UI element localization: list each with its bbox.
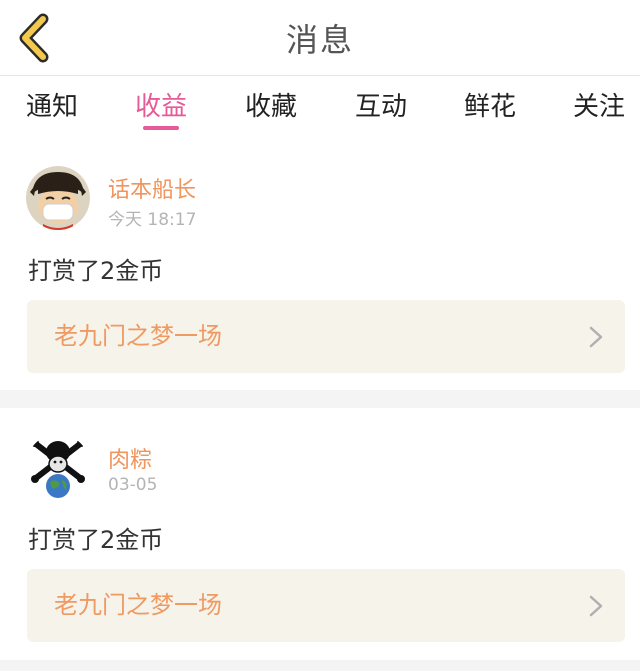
timestamp: 今天 18:17 xyxy=(108,210,197,230)
tab-favorites[interactable]: 收藏 xyxy=(226,86,316,123)
username[interactable]: 话本船长 xyxy=(108,172,196,204)
message-card: 话本船长 今天 18:17 打赏了2金币 老九门之梦一场 xyxy=(0,148,640,390)
chevron-right-icon xyxy=(589,595,603,617)
timestamp: 03-05 xyxy=(108,475,158,495)
book-title: 老九门之梦一场 xyxy=(54,322,222,350)
message-text: 打赏了2金币 xyxy=(28,257,164,285)
book-link[interactable]: 老九门之梦一场 xyxy=(27,300,625,373)
chevron-right-icon xyxy=(589,326,603,348)
tab-following[interactable]: 关注 xyxy=(554,86,640,123)
book-title: 老九门之梦一场 xyxy=(54,591,222,619)
section-divider xyxy=(0,660,640,671)
username[interactable]: 肉粽 xyxy=(108,442,152,474)
tab-flowers[interactable]: 鲜花 xyxy=(445,86,535,123)
message-card: 肉粽 03-05 打赏了2金币 老九门之梦一场 xyxy=(0,408,640,671)
section-divider xyxy=(0,390,640,408)
skull-globe-avatar-icon[interactable] xyxy=(26,434,90,498)
active-tab-indicator xyxy=(143,126,179,130)
page-title: 消息 xyxy=(285,21,354,59)
tab-earnings[interactable]: 收益 xyxy=(116,86,206,123)
book-link[interactable]: 老九门之梦一场 xyxy=(27,569,625,642)
message-text: 打赏了2金币 xyxy=(28,526,164,554)
luffy-avatar-icon[interactable] xyxy=(26,166,90,230)
tab-interactions[interactable]: 互动 xyxy=(336,86,426,123)
tab-bar: 通知 收益 收藏 互动 鲜花 关注 xyxy=(0,76,640,148)
tab-notifications[interactable]: 通知 xyxy=(7,86,97,123)
header-bar: 消息 xyxy=(0,0,640,76)
